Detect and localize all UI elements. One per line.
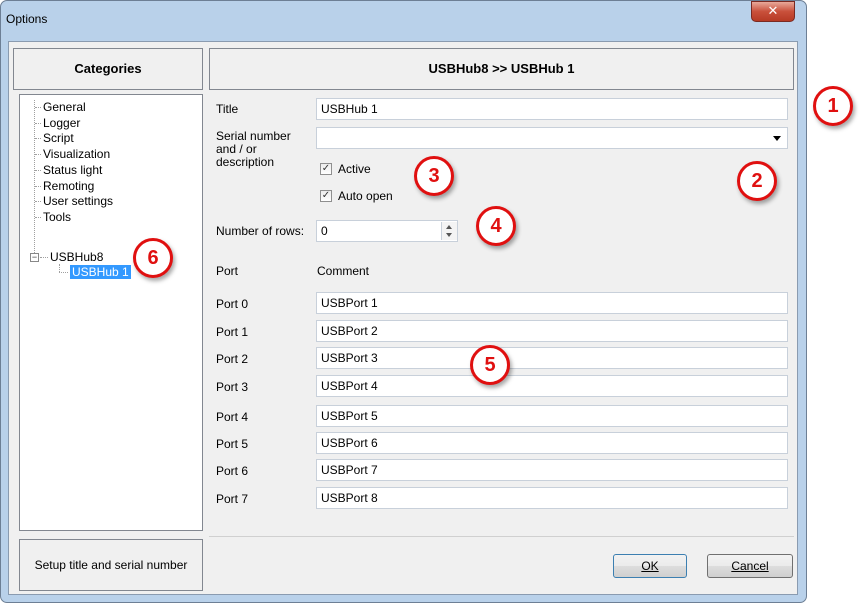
tree-connector xyxy=(35,107,41,108)
ok-button-label: OK xyxy=(641,559,659,573)
tree-connector xyxy=(35,185,41,187)
tree-item-script[interactable]: Script xyxy=(43,131,74,145)
ok-button[interactable]: OK xyxy=(613,554,687,578)
port-comment-input[interactable]: USBPort 1 xyxy=(316,292,788,314)
port-comment-input[interactable]: USBPort 5 xyxy=(316,405,788,427)
tree-connector xyxy=(35,138,41,140)
auto-open-label: Auto open xyxy=(338,189,393,203)
port-comment-input[interactable]: USBPort 2 xyxy=(316,320,788,342)
callout-3: 3 xyxy=(414,156,454,196)
callout-1: 1 xyxy=(813,86,853,126)
port-label: Port 7 xyxy=(216,492,249,506)
spinner-buttons[interactable] xyxy=(441,222,457,240)
serial-dropdown[interactable] xyxy=(316,127,788,149)
serial-label-line1: Serial number xyxy=(216,129,291,143)
rows-spinner[interactable]: 0 xyxy=(316,220,458,242)
spinner-down-icon[interactable] xyxy=(446,233,452,237)
tree-connector xyxy=(35,122,41,124)
tree-item-user-settings[interactable]: User settings xyxy=(43,194,113,208)
close-button[interactable]: ✕ xyxy=(751,1,795,22)
callout-5: 5 xyxy=(470,345,510,385)
window-title: Options xyxy=(6,12,48,26)
dropdown-arrow-icon[interactable] xyxy=(773,136,781,141)
tree-connector xyxy=(35,201,41,203)
active-label: Active xyxy=(338,162,371,176)
tree-item-usbhub8[interactable]: USBHub8 xyxy=(50,250,103,264)
tree-item-remoting[interactable]: Remoting xyxy=(43,179,94,193)
rows-label: Number of rows: xyxy=(216,224,305,238)
tree-item-usbhub1[interactable]: USBHub 1 xyxy=(70,265,131,279)
port-label: Port 4 xyxy=(216,410,249,424)
port-comment-input[interactable]: USBPort 6 xyxy=(316,432,788,454)
tree-connector xyxy=(35,169,41,171)
tree-item-tools[interactable]: Tools xyxy=(43,210,71,224)
tree-item-general[interactable]: General xyxy=(43,100,86,114)
tree-item-visualization[interactable]: Visualization xyxy=(43,147,110,161)
tree-connector xyxy=(35,216,41,218)
auto-open-checkbox[interactable]: ✓ xyxy=(320,190,332,202)
tree-item-logger[interactable]: Logger xyxy=(43,116,80,130)
callout-6: 6 xyxy=(133,238,173,278)
port-label: Port 3 xyxy=(216,380,249,394)
port-label: Port 6 xyxy=(216,464,249,478)
collapse-icon[interactable]: − xyxy=(30,253,39,262)
port-label: Port 5 xyxy=(216,437,249,451)
page-header: USBHub8 >> USBHub 1 xyxy=(209,48,794,90)
callout-2: 2 xyxy=(737,161,777,201)
title-input[interactable]: USBHub 1 xyxy=(316,98,788,120)
cancel-button-label: Cancel xyxy=(731,559,769,573)
cancel-button[interactable]: Cancel xyxy=(707,554,793,578)
serial-label-line2: and / or xyxy=(216,142,257,156)
port-column-header: Port xyxy=(216,264,239,278)
serial-label-line3: description xyxy=(216,155,275,169)
port-comment-input[interactable]: USBPort 3 xyxy=(316,347,788,369)
title-label: Title xyxy=(216,102,239,116)
port-label: Port 2 xyxy=(216,352,249,366)
footer-divider xyxy=(209,536,794,537)
comment-column-header: Comment xyxy=(317,264,370,278)
port-label: Port 1 xyxy=(216,325,249,339)
tree-guide-line-child xyxy=(59,264,60,272)
tree-connector xyxy=(40,257,48,258)
tree-connector-child xyxy=(59,272,68,273)
port-comment-input[interactable]: USBPort 8 xyxy=(316,487,788,509)
callout-4: 4 xyxy=(476,206,516,246)
tree-item-status-light[interactable]: Status light xyxy=(43,163,102,177)
spinner-up-icon[interactable] xyxy=(446,225,452,229)
help-text-box: Setup title and serial number xyxy=(19,539,203,591)
port-label: Port 0 xyxy=(216,297,249,311)
tree-connector xyxy=(35,154,41,156)
active-checkbox[interactable]: ✓ xyxy=(320,163,332,175)
categories-header: Categories xyxy=(13,48,203,90)
port-comment-input[interactable]: USBPort 4 xyxy=(316,375,788,397)
port-comment-input[interactable]: USBPort 7 xyxy=(316,459,788,481)
